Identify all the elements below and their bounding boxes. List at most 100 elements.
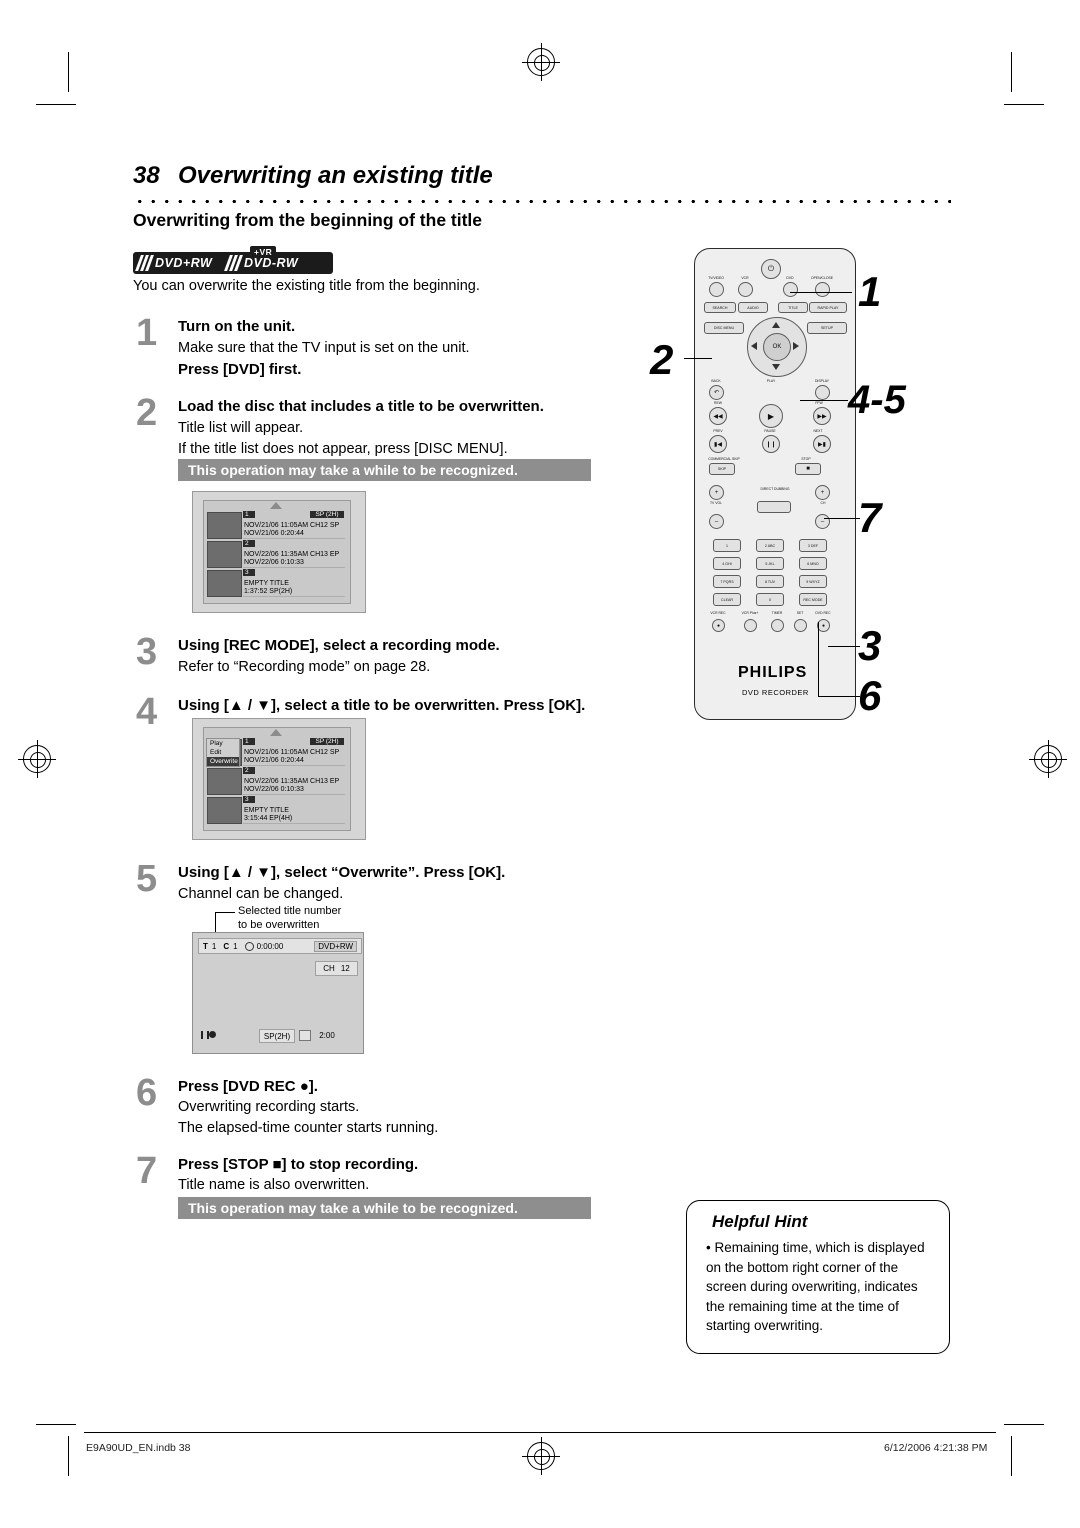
prev-label: PREV <box>713 429 723 433</box>
title-thumbnail <box>207 768 242 795</box>
dpad-down-icon[interactable] <box>772 364 780 370</box>
divider <box>243 765 345 766</box>
osd-channel-num: 12 <box>340 964 350 973</box>
title-list-screen-1: 1 SP (2H) NOV/21/06 11:05AM CH12 SP NOV/… <box>192 491 366 613</box>
rapid-play-button[interactable]: RAPID PLAY <box>809 302 847 313</box>
clear-label: CLEAR <box>721 597 733 602</box>
registration-mark <box>18 740 56 778</box>
title-context-menu[interactable]: Play Edit Overwrite <box>206 738 240 767</box>
registration-mark <box>522 1437 560 1475</box>
audio-label: AUDIO <box>747 305 759 310</box>
callout-text-line-1: Selected title number <box>238 905 342 917</box>
ch-down-button[interactable]: – <box>815 514 830 529</box>
commercial-skip-button[interactable]: SKIP <box>709 463 735 475</box>
osd-screen: T 1 C 1 0:00:00 DVD+RW CH 12 SP(2H) 2:00 <box>192 932 364 1054</box>
intro-text: You can overwrite the existing title fro… <box>133 278 480 294</box>
key-9-button[interactable]: 9 WXYZ <box>799 575 827 588</box>
key-4-label: 4 GHI <box>722 561 732 566</box>
footer-left: E9A90UD_EN.indb 38 <box>86 1442 191 1454</box>
display-button[interactable] <box>815 385 830 400</box>
menu-item-play[interactable]: Play <box>207 739 239 748</box>
dvd-button[interactable] <box>783 282 798 297</box>
callout-leader <box>824 518 860 519</box>
ok-button[interactable]: OK <box>763 333 791 361</box>
key-4-button[interactable]: 4 GHI <box>713 557 741 570</box>
setup-button[interactable]: SETUP <box>807 322 847 334</box>
remote-callout-6: 6 <box>858 672 882 719</box>
disc-menu-button[interactable]: DISC MENU <box>704 322 744 334</box>
rec-mode-button[interactable]: REC MODE <box>799 593 827 606</box>
play-button[interactable]: ▶ <box>759 404 783 428</box>
vcr-plus-label: VCR Plus+ <box>741 611 759 615</box>
clear-button[interactable]: CLEAR <box>713 593 741 606</box>
osd-record-icon <box>209 1031 216 1038</box>
remote-model: DVD RECORDER <box>742 688 809 697</box>
key-0-button[interactable]: 0 <box>756 593 784 606</box>
key-2-button[interactable]: 2 ABC <box>756 539 784 552</box>
direct-dubbing-button[interactable] <box>757 501 791 513</box>
prev-button[interactable]: ▮◀ <box>709 435 727 453</box>
key-5-button[interactable]: 5 JKL <box>756 557 784 570</box>
title-entry-line-2: NOV/21/06 0:20:44 <box>244 530 304 537</box>
open-close-button[interactable] <box>815 282 830 297</box>
dpad-up-icon[interactable] <box>772 322 780 328</box>
menu-item-overwrite[interactable]: Overwrite <box>207 757 239 766</box>
callout-leader <box>818 622 819 696</box>
tv-video-button[interactable] <box>709 282 724 297</box>
osd-pause-icon <box>201 1031 209 1039</box>
remote-control: ⏻ TV/VIDEO VCR DVD OPEN/CLOSE SEARCH AUD… <box>694 248 856 720</box>
audio-button[interactable]: AUDIO <box>738 302 768 313</box>
rew-button[interactable]: ◀◀ <box>709 407 727 425</box>
tv-vol-down-button[interactable]: – <box>709 514 724 529</box>
callout-leader <box>790 292 852 293</box>
osd-remaining: 2:00 <box>313 1029 341 1041</box>
back-button[interactable]: ↶ <box>709 385 724 400</box>
next-button[interactable]: ▶▮ <box>813 435 831 453</box>
step-number-6: 6 <box>136 1072 158 1114</box>
crop-mark <box>36 1424 76 1425</box>
key-6-button[interactable]: 6 MNO <box>799 557 827 570</box>
disc-menu-label: DISC MENU <box>713 326 735 330</box>
rec-mode-label: REC MODE <box>803 597 823 602</box>
tv-vol-up-button[interactable]: + <box>709 485 724 500</box>
pause-button[interactable]: ❙❙ <box>762 435 780 453</box>
power-button[interactable]: ⏻ <box>761 259 781 279</box>
key-3-button[interactable]: 3 DEF <box>799 539 827 552</box>
osd-channel-label: CH <box>323 964 335 973</box>
key-1-button[interactable]: 1 <box>713 539 741 552</box>
vcr-rec-button[interactable]: ● <box>712 619 725 632</box>
crop-mark <box>68 52 69 92</box>
key-7-button[interactable]: 7 PQRS <box>713 575 741 588</box>
crop-mark <box>1004 104 1044 105</box>
osd-status-bar: T 1 C 1 0:00:00 DVD+RW <box>198 938 362 954</box>
key-7-label: 7 PQRS <box>720 579 734 584</box>
title-index: 3 <box>243 569 255 576</box>
step-1-heading: Turn on the unit. <box>178 318 296 335</box>
set-button[interactable] <box>794 619 807 632</box>
title-thumbnail <box>207 570 242 597</box>
vcr-plus-button[interactable] <box>744 619 757 632</box>
stop-button[interactable]: ■ <box>795 463 821 475</box>
logo-badge-vr: +VR <box>250 246 277 258</box>
ffw-button[interactable]: ▶▶ <box>813 407 831 425</box>
dpad-right-icon[interactable] <box>793 342 799 350</box>
step-2-line-2: If the title list does not appear, press… <box>178 441 508 457</box>
ch-up-button[interactable]: + <box>815 485 830 500</box>
title-button[interactable]: TITLE <box>778 302 808 313</box>
title-index: 2 <box>243 540 255 547</box>
menu-item-edit[interactable]: Edit <box>207 748 239 757</box>
step-3-heading: Using [REC MODE], select a recording mod… <box>178 637 500 654</box>
key-3-label: 3 DEF <box>807 543 819 548</box>
vcr-button[interactable] <box>738 282 753 297</box>
crop-mark <box>1004 1424 1044 1425</box>
direct-dubbing-label: DIRECT DUBBING <box>760 487 790 491</box>
back-label: BACK <box>711 379 721 383</box>
key-8-button[interactable]: 8 TUV <box>756 575 784 588</box>
dpad-left-icon[interactable] <box>751 342 757 350</box>
title-entry-line-2: 3:15:44 EP(4H) <box>244 815 293 822</box>
callout-text-line-2: to be overwritten <box>238 919 320 931</box>
timer-button[interactable] <box>771 619 784 632</box>
search-button[interactable]: SEARCH <box>704 302 736 313</box>
stop-label: STOP <box>801 457 811 461</box>
play-label: PLAY <box>766 379 776 383</box>
